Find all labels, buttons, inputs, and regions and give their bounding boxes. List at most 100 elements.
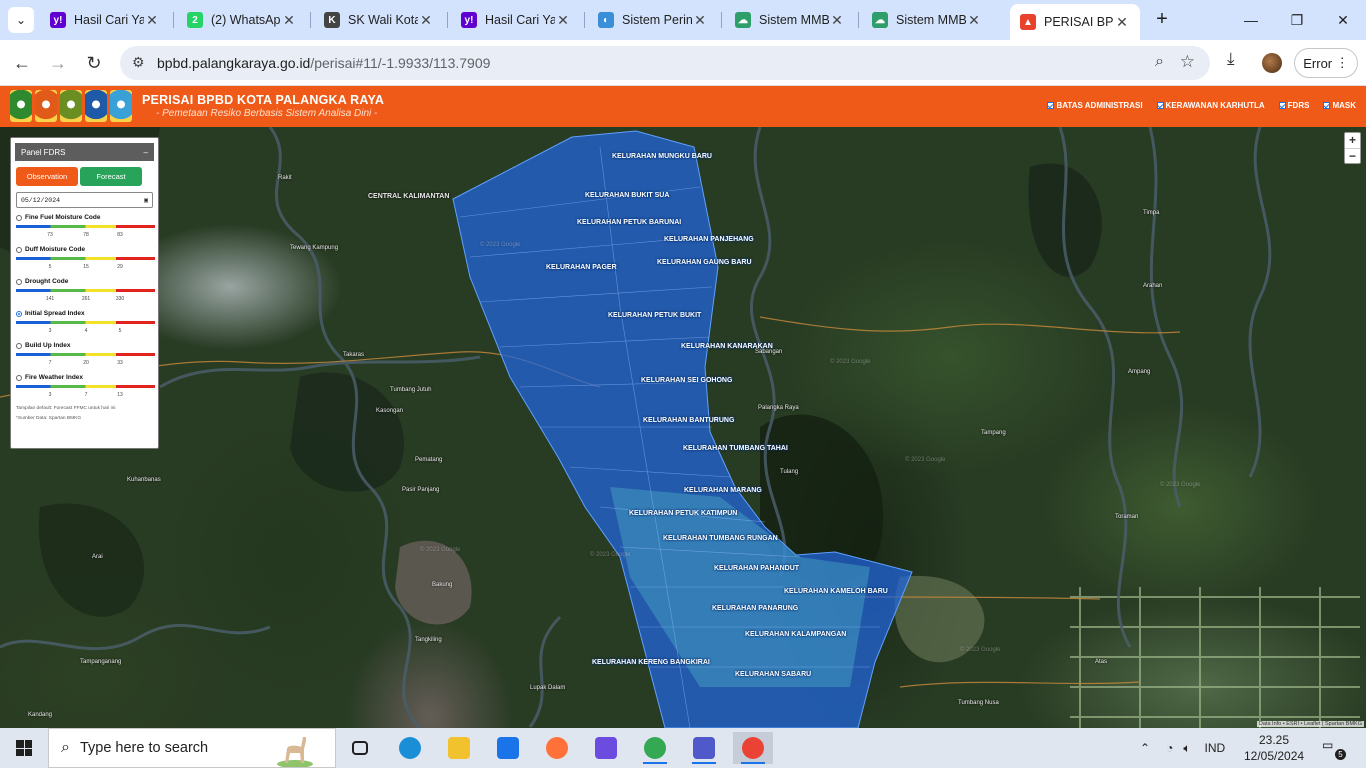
close-tab-icon[interactable]: ✕ — [1114, 14, 1130, 31]
layer-checkbox[interactable] — [1156, 102, 1164, 109]
chrome-profile-taskbar-button[interactable] — [733, 732, 773, 764]
kelurahan-label[interactable]: KELURAHAN GAUNG BARU — [657, 259, 752, 266]
copilot-taskbar-button[interactable] — [586, 732, 626, 764]
layer-checkbox[interactable] — [1278, 102, 1286, 109]
firefox-taskbar-button[interactable] — [537, 732, 577, 764]
forecast-button[interactable]: Forecast — [80, 167, 142, 186]
back-button[interactable]: ← — [8, 49, 36, 77]
index-radio[interactable] — [16, 342, 22, 349]
close-tab-icon[interactable]: ✕ — [966, 12, 982, 29]
kelurahan-label[interactable]: KELURAHAN PANARUNG — [712, 605, 798, 612]
close-tab-icon[interactable]: ✕ — [692, 12, 708, 29]
index-radio[interactable] — [16, 246, 22, 253]
kelurahan-label[interactable]: KELURAHAN SABARU — [735, 671, 811, 678]
profile-avatar[interactable] — [1262, 53, 1282, 73]
clock[interactable]: 23.25 12/05/2024 — [1244, 732, 1304, 764]
fdrs-index-option[interactable]: Drought Code 141 261 330 — [16, 278, 155, 304]
close-window-button[interactable]: ✕ — [1320, 0, 1366, 40]
browser-tab[interactable]: K SK Wali Kota ✕ — [314, 4, 444, 36]
fdrs-index-option[interactable]: Fine Fuel Moisture Code 73 78 83 — [16, 214, 155, 240]
new-tab-button[interactable]: + — [1150, 8, 1174, 32]
close-tab-icon[interactable]: ✕ — [418, 12, 434, 29]
index-radio[interactable] — [16, 374, 22, 381]
panel-collapse-button[interactable]: – — [144, 148, 148, 157]
site-settings-icon[interactable]: ⚙ — [132, 54, 145, 71]
close-tab-icon[interactable]: ✕ — [144, 12, 160, 29]
kelurahan-label[interactable]: KELURAHAN MUNGKU BARU — [612, 153, 712, 160]
notification-button[interactable]: ▭ 5 — [1322, 738, 1346, 760]
network-icon[interactable]: ◔ — [1166, 741, 1173, 755]
task-view-taskbar-button[interactable] — [340, 732, 380, 764]
file-explorer-taskbar-button[interactable] — [439, 732, 479, 764]
kelurahan-label[interactable]: KELURAHAN PAHANDUT — [714, 565, 799, 572]
browser-tab[interactable]: ◐ Sistem Perin ✕ — [588, 4, 718, 36]
restore-button[interactable]: ❐ — [1274, 0, 1320, 40]
chevron-up-icon[interactable]: ⌃ — [1140, 741, 1150, 755]
fdrs-index-option[interactable]: Fire Weather Index 3 7 13 — [16, 374, 155, 400]
browser-tab[interactable]: ☁ Sistem MMB ✕ — [725, 4, 855, 36]
index-tick-label: 20 — [83, 360, 89, 366]
forward-button[interactable]: → — [44, 49, 72, 77]
tab-search-button[interactable]: ⌄ — [8, 7, 34, 33]
zoom-icon[interactable]: ⌕ — [1155, 53, 1164, 71]
layer-toggle[interactable]: MASK — [1323, 101, 1356, 110]
browser-tab[interactable]: ☁ Sistem MMB ✕ — [862, 4, 992, 36]
bookmark-star-icon[interactable]: ☆ — [1180, 52, 1195, 72]
teams-taskbar-button[interactable] — [684, 732, 724, 764]
index-tick-label: 330 — [115, 296, 125, 302]
kelurahan-label[interactable]: KELURAHAN PETUK BUKIT — [608, 312, 701, 319]
browser-tab[interactable]: ▲ PERISAI BPBD✕ — [1010, 4, 1140, 40]
kelurahan-label[interactable]: KELURAHAN SEI GOHONG — [641, 377, 732, 384]
index-radio[interactable] — [16, 310, 22, 317]
date-input[interactable]: 05/12/2024 ▣ — [16, 192, 153, 208]
browser-tab[interactable]: 2 (2) WhatsApp ✕ — [177, 4, 307, 36]
mail-taskbar-button[interactable] — [488, 732, 528, 764]
kelurahan-label[interactable]: KELURAHAN PETUK KATIMPUN — [629, 510, 737, 517]
download-icon[interactable]: ⤓ — [1227, 49, 1235, 69]
fdrs-index-option[interactable]: Build Up Index 7 20 33 — [16, 342, 155, 368]
layer-toggle[interactable]: FDRS — [1278, 101, 1309, 110]
calendar-icon[interactable]: ▣ — [144, 196, 148, 204]
profile-error-button[interactable]: Error ⋮ — [1294, 48, 1358, 78]
kelurahan-label[interactable]: KELURAHAN MARANG — [684, 487, 762, 494]
close-tab-icon[interactable]: ✕ — [555, 12, 571, 29]
volume-icon[interactable]: 🔈︎ — [1183, 741, 1190, 756]
index-radio[interactable] — [16, 214, 22, 221]
map-view[interactable]: KELURAHAN MUNGKU BARU KELURAHAN BUKIT SUA… — [0, 127, 1366, 728]
close-tab-icon[interactable]: ✕ — [281, 12, 297, 29]
kelurahan-label[interactable]: KELURAHAN BANTURUNG — [643, 417, 734, 424]
fdrs-index-option[interactable]: Initial Spread Index 3 4 5 — [16, 310, 155, 336]
observation-button[interactable]: Observation — [16, 167, 78, 186]
kelurahan-label[interactable]: KELURAHAN TUMBANG TAHAI — [683, 445, 788, 452]
reload-button[interactable]: ↻ — [80, 49, 108, 77]
kelurahan-label[interactable]: KELURAHAN BUKIT SUA — [585, 192, 669, 199]
layer-checkbox[interactable] — [1323, 102, 1331, 109]
close-tab-icon[interactable]: ✕ — [829, 12, 845, 29]
layer-checkbox[interactable] — [1047, 102, 1055, 109]
edge-taskbar-button[interactable] — [390, 732, 430, 764]
layer-toggle[interactable]: BATAS ADMINISTRASI — [1047, 101, 1143, 110]
fdrs-index-option[interactable]: Duff Moisture Code 5 15 29 — [16, 246, 155, 272]
start-button[interactable] — [0, 728, 48, 768]
language-indicator[interactable]: IND — [1205, 741, 1226, 755]
index-radio[interactable] — [16, 278, 22, 285]
minimize-button[interactable]: — — [1228, 0, 1274, 40]
kelurahan-label[interactable]: KELURAHAN KALAMPANGAN — [745, 631, 846, 638]
chrome-taskbar-button[interactable] — [635, 732, 675, 764]
taskbar-search[interactable]: ⌕ Type here to search — [48, 728, 336, 768]
kelurahan-label[interactable]: KELURAHAN PAGER — [546, 264, 617, 271]
layer-toggle[interactable]: KERAWANAN KARHUTLA — [1156, 101, 1265, 110]
browser-tab[interactable]: y! Hasil Cari Ya ✕ — [451, 4, 581, 36]
kelurahan-label[interactable]: KELURAHAN KAMELOH BARU — [784, 588, 888, 595]
browser-tab[interactable]: y! Hasil Cari Ya ✕ — [40, 4, 170, 36]
map-attribution[interactable]: Data Info • ESRI • Leaflet | Spartan BMK… — [1256, 721, 1364, 727]
kelurahan-label[interactable]: KELURAHAN PETUK BARUNAI — [577, 219, 681, 226]
zoom-in-button[interactable]: + — [1345, 133, 1360, 148]
kelurahan-label[interactable]: KELURAHAN TUMBANG RUNGAN — [663, 535, 778, 542]
kelurahan-label[interactable]: KELURAHAN PANJEHANG — [664, 236, 754, 243]
address-bar[interactable]: ⚙ bpbd.palangkaraya.go.id/perisai#11/-1.… — [120, 46, 1210, 80]
panel-title: Panel FDRS — [21, 147, 66, 157]
zoom-out-button[interactable]: − — [1345, 148, 1360, 163]
kelurahan-label[interactable]: KELURAHAN KERENG BANGKIRAI — [592, 659, 710, 666]
url-text[interactable]: bpbd.palangkaraya.go.id/perisai#11/-1.99… — [157, 55, 490, 71]
